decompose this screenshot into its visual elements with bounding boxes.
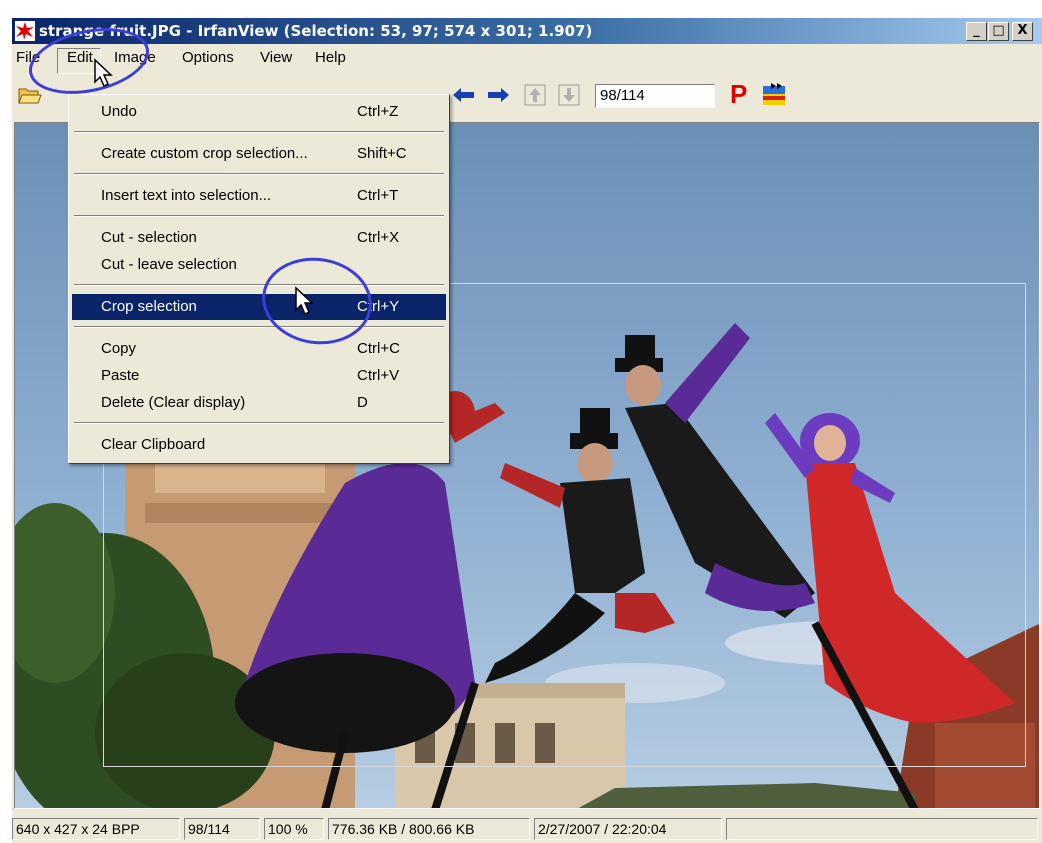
image-index-field[interactable]: 98/114 bbox=[595, 84, 715, 108]
menu-separator bbox=[74, 422, 444, 424]
menu-item-clear-clipboard[interactable]: Clear Clipboard bbox=[72, 432, 446, 458]
edit-menu-dropdown: Undo Ctrl+Z Create custom crop selection.… bbox=[68, 94, 450, 464]
status-filesize: 776.36 KB / 800.66 KB bbox=[328, 818, 530, 840]
menu-item-insert-text[interactable]: Insert text into selection... Ctrl+T bbox=[72, 183, 446, 209]
menu-item-cut-selection[interactable]: Cut - selection Ctrl+X bbox=[72, 225, 446, 251]
open-folder-icon[interactable] bbox=[18, 85, 42, 105]
up-icon[interactable] bbox=[524, 84, 546, 106]
down-icon[interactable] bbox=[558, 84, 580, 106]
menu-item-crop-selection[interactable]: Crop selection Ctrl+Y bbox=[72, 294, 446, 320]
prev-arrow-icon[interactable] bbox=[452, 87, 476, 103]
menu-item-copy[interactable]: Copy Ctrl+C bbox=[72, 336, 446, 362]
menu-separator bbox=[74, 326, 444, 328]
next-arrow-icon[interactable] bbox=[486, 87, 510, 103]
mouse-cursor-icon bbox=[94, 58, 113, 88]
menu-item-custom-crop[interactable]: Create custom crop selection... Shift+C bbox=[72, 141, 446, 167]
close-button[interactable]: X bbox=[1012, 22, 1033, 41]
menu-separator bbox=[74, 215, 444, 217]
menu-item-cut-leave-selection[interactable]: Cut - leave selection bbox=[72, 252, 446, 278]
iv-logo-icon[interactable] bbox=[762, 82, 786, 106]
paint-icon[interactable]: P bbox=[730, 79, 747, 110]
status-index: 98/114 bbox=[184, 818, 260, 840]
menu-help[interactable]: Help bbox=[315, 49, 346, 66]
status-datetime: 2/27/2007 / 22:20:04 bbox=[534, 818, 722, 840]
irfanview-window: strange fruit.JPG - IrfanView (Selection… bbox=[12, 18, 1042, 843]
menu-item-delete[interactable]: Delete (Clear display) D bbox=[72, 390, 446, 416]
status-bar: 640 x 427 x 24 BPP 98/114 100 % 776.36 K… bbox=[12, 814, 1042, 843]
menu-separator bbox=[74, 173, 444, 175]
status-dimensions: 640 x 427 x 24 BPP bbox=[12, 818, 180, 840]
title-bar[interactable]: strange fruit.JPG - IrfanView (Selection… bbox=[12, 18, 1042, 44]
menu-options[interactable]: Options bbox=[182, 49, 234, 66]
menu-separator bbox=[74, 131, 444, 133]
maximize-button[interactable]: □ bbox=[988, 22, 1009, 41]
menu-item-paste[interactable]: Paste Ctrl+V bbox=[72, 363, 446, 389]
status-empty bbox=[726, 818, 1038, 840]
menu-view[interactable]: View bbox=[260, 49, 292, 66]
minimize-button[interactable]: _ bbox=[966, 22, 987, 41]
status-zoom: 100 % bbox=[264, 818, 324, 840]
menu-bar: File Edit Image Options View Help bbox=[12, 44, 1042, 74]
menu-separator bbox=[74, 284, 444, 286]
menu-item-undo[interactable]: Undo Ctrl+Z bbox=[72, 99, 446, 125]
app-icon bbox=[15, 21, 35, 41]
mouse-cursor-icon bbox=[295, 286, 314, 316]
